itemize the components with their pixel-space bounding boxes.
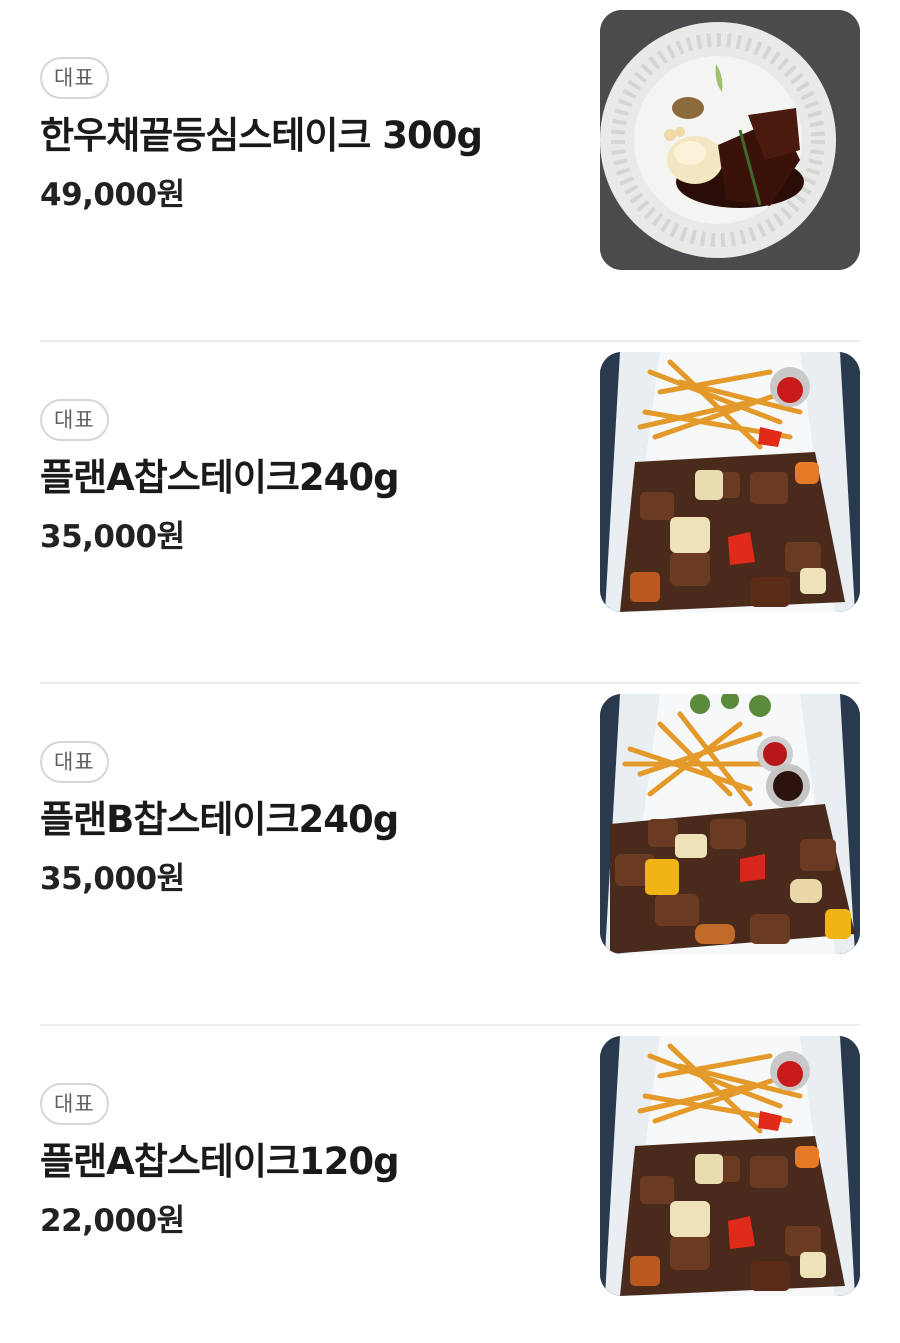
menu-item-name: 플랜A찹스테이크240g	[40, 456, 400, 499]
signature-badge: 대표	[40, 1083, 109, 1125]
steak-plate-image	[600, 10, 860, 270]
chop-steak-image	[600, 1036, 860, 1296]
menu-item-price: 22,000원	[40, 1203, 185, 1239]
menu-item-name: 한우채끝등심스테이크 300g	[40, 114, 483, 157]
menu-item-name: 플랜B찹스테이크240g	[40, 798, 399, 841]
menu-item[interactable]: 대표 플랜A찹스테이크120g 22,000원	[40, 1026, 860, 1343]
menu-item-name: 플랜A찹스테이크120g	[40, 1140, 400, 1183]
menu-item[interactable]: 대표 플랜B찹스테이크240g 35,000원	[40, 684, 860, 1026]
signature-badge: 대표	[40, 399, 109, 441]
menu-item-photo[interactable]	[600, 1036, 860, 1296]
chop-steak-image	[600, 694, 860, 954]
menu-item-photo[interactable]	[600, 10, 860, 270]
menu-item-price: 35,000원	[40, 861, 185, 897]
signature-badge: 대표	[40, 741, 109, 783]
chop-steak-image	[600, 352, 860, 612]
menu-item-price: 35,000원	[40, 519, 185, 555]
menu-item-price: 49,000원	[40, 177, 185, 213]
menu-item-photo[interactable]	[600, 352, 860, 612]
menu-item-photo[interactable]	[600, 694, 860, 954]
menu-list: 대표 한우채끝등심스테이크 300g 49,000원 대표 플랜A찹스테이크24…	[0, 0, 900, 1343]
menu-item[interactable]: 대표 한우채끝등심스테이크 300g 49,000원	[40, 0, 860, 342]
signature-badge: 대표	[40, 57, 109, 99]
menu-item[interactable]: 대표 플랜A찹스테이크240g 35,000원	[40, 342, 860, 684]
